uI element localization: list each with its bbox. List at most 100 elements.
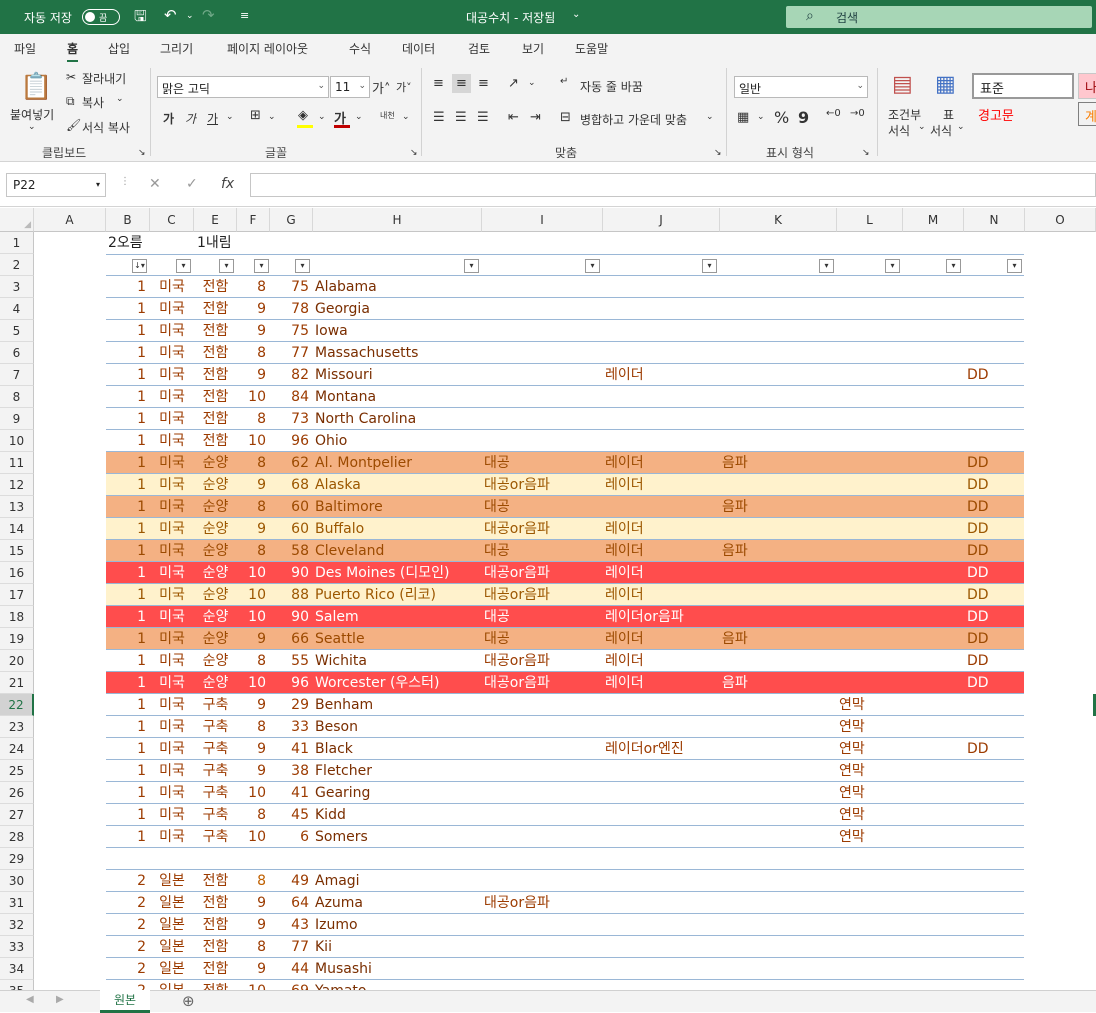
cell-e7[interactable]: 전함: [194, 364, 237, 386]
wrap-text-icon[interactable]: ↵: [560, 76, 568, 87]
cell-l28[interactable]: 연막: [837, 826, 903, 848]
tab-file[interactable]: 파일: [14, 40, 36, 57]
cell-f13[interactable]: 8: [237, 496, 270, 518]
cell-g18[interactable]: 90: [270, 606, 313, 628]
cell-n33[interactable]: [964, 936, 1025, 958]
cell-c14[interactable]: 미국: [150, 518, 194, 540]
cell-n14[interactable]: DD: [964, 518, 1025, 540]
cell-h21[interactable]: Worcester (우스터): [313, 672, 482, 694]
cell-k20[interactable]: [720, 650, 837, 672]
cell-e20[interactable]: 순양: [194, 650, 237, 672]
cell-h15[interactable]: Cleveland: [313, 540, 482, 562]
cell-j16[interactable]: 레이더: [603, 562, 720, 584]
cell-h26[interactable]: Gearing: [313, 782, 482, 804]
filter-button-c[interactable]: ▾: [176, 259, 191, 273]
cell-b15[interactable]: 1: [106, 540, 150, 562]
cell-h6[interactable]: Massachusetts: [313, 342, 482, 364]
cell-l30[interactable]: [837, 870, 903, 892]
tab-insert[interactable]: 삽입: [108, 40, 130, 57]
cell-k35[interactable]: [720, 980, 837, 990]
cell-k19[interactable]: 음파: [720, 628, 837, 650]
cell-i34[interactable]: [482, 958, 603, 980]
cell-e15[interactable]: 순양: [194, 540, 237, 562]
cell-l21[interactable]: [837, 672, 903, 694]
paste-dropdown-icon[interactable]: ⌄: [28, 122, 36, 132]
cell-e23[interactable]: 구축: [194, 716, 237, 738]
cell-l23[interactable]: 연막: [837, 716, 903, 738]
align-left-icon[interactable]: ☰: [433, 110, 445, 125]
cell-k15[interactable]: 음파: [720, 540, 837, 562]
title-dropdown-icon[interactable]: ⌄: [572, 9, 580, 20]
insert-function-icon[interactable]: fx: [221, 176, 234, 192]
cell-i26[interactable]: [482, 782, 603, 804]
cell-f28[interactable]: 10: [237, 826, 270, 848]
cell-j20[interactable]: 레이더: [603, 650, 720, 672]
filter-button-j[interactable]: ▾: [702, 259, 717, 273]
fill-color-dropdown-icon[interactable]: ⌄: [318, 112, 326, 122]
cell-i9[interactable]: [482, 408, 603, 430]
row-header-28[interactable]: 28: [0, 826, 34, 848]
decrease-decimal-icon[interactable]: →0: [850, 108, 865, 119]
row-header-23[interactable]: 23: [0, 716, 34, 738]
shrink-font-button[interactable]: 가˅: [396, 79, 412, 95]
sheet-prev-icon[interactable]: ◀: [26, 994, 34, 1005]
cell-b14[interactable]: 1: [106, 518, 150, 540]
cut-icon[interactable]: ✂: [66, 70, 76, 84]
cell-b16[interactable]: 1: [106, 562, 150, 584]
cell-n25[interactable]: [964, 760, 1025, 782]
cell-j9[interactable]: [603, 408, 720, 430]
cell-f33[interactable]: 8: [237, 936, 270, 958]
cell-c11[interactable]: 미국: [150, 452, 194, 474]
formula-input[interactable]: [250, 173, 1096, 197]
cell-i31[interactable]: 대공or음파: [482, 892, 603, 914]
cell-b28[interactable]: 1: [106, 826, 150, 848]
copy-dropdown-icon[interactable]: ⌄: [116, 94, 124, 104]
cell-b20[interactable]: 1: [106, 650, 150, 672]
cell-b5[interactable]: 1: [106, 320, 150, 342]
cell-n17[interactable]: DD: [964, 584, 1025, 606]
cell-l22[interactable]: 연막: [837, 694, 903, 716]
cell-b12[interactable]: 1: [106, 474, 150, 496]
cell-f27[interactable]: 8: [237, 804, 270, 826]
cell-k26[interactable]: [720, 782, 837, 804]
cell-g20[interactable]: 55: [270, 650, 313, 672]
column-header-n[interactable]: N: [964, 208, 1025, 232]
cell-e10[interactable]: 전함: [194, 430, 237, 452]
filter-button-k[interactable]: ▾: [819, 259, 834, 273]
cell-i10[interactable]: [482, 430, 603, 452]
cell-b27[interactable]: 1: [106, 804, 150, 826]
cell-k9[interactable]: [720, 408, 837, 430]
cell-i4[interactable]: [482, 298, 603, 320]
cell-c35[interactable]: 일본: [150, 980, 194, 990]
cell-n29[interactable]: [964, 848, 1025, 870]
increase-decimal-icon[interactable]: ←0: [826, 108, 841, 119]
cell-g33[interactable]: 77: [270, 936, 313, 958]
cell-j34[interactable]: [603, 958, 720, 980]
cell-i5[interactable]: [482, 320, 603, 342]
cell-g9[interactable]: 73: [270, 408, 313, 430]
cell-e34[interactable]: 전함: [194, 958, 237, 980]
cell-g12[interactable]: 68: [270, 474, 313, 496]
cell-n28[interactable]: [964, 826, 1025, 848]
cell-e24[interactable]: 구축: [194, 738, 237, 760]
increase-indent-icon[interactable]: ⇥: [530, 110, 541, 125]
cell-h18[interactable]: Salem: [313, 606, 482, 628]
font-size-combo[interactable]: 11 ⌄: [330, 76, 370, 98]
cell-g4[interactable]: 78: [270, 298, 313, 320]
cell-h11[interactable]: Al. Montpelier: [313, 452, 482, 474]
cell-l15[interactable]: [837, 540, 903, 562]
column-header-g[interactable]: G: [270, 208, 313, 232]
cell-b6[interactable]: 1: [106, 342, 150, 364]
cell-l14[interactable]: [837, 518, 903, 540]
search-box[interactable]: ⌕ 검색: [786, 6, 1092, 28]
font-launcher-icon[interactable]: ↘: [410, 148, 418, 158]
cell-j11[interactable]: 레이더: [603, 452, 720, 474]
row-header-27[interactable]: 27: [0, 804, 34, 826]
spreadsheet-grid[interactable]: ◢ ABCEFGHIJKLMNO 1 2 3 4 5 6 7 8 9 10 11 12 13 14 15 16…: [0, 208, 1096, 990]
font-name-combo[interactable]: 맑은 고딕 ⌄: [157, 76, 329, 98]
cell-n31[interactable]: [964, 892, 1025, 914]
cell-f26[interactable]: 10: [237, 782, 270, 804]
row-header-31[interactable]: 31: [0, 892, 34, 914]
cell-g22[interactable]: 29: [270, 694, 313, 716]
cell-c33[interactable]: 일본: [150, 936, 194, 958]
